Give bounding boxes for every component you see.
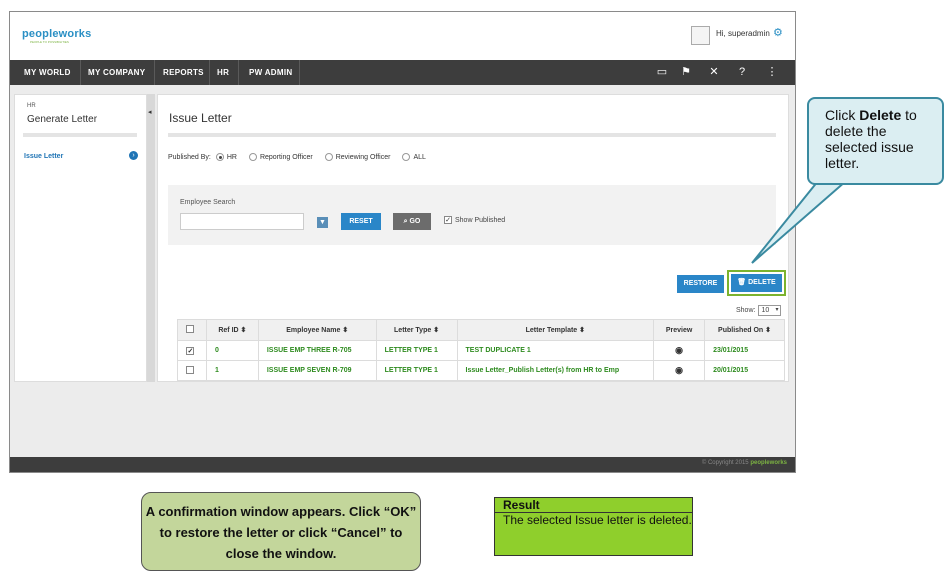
result-heading: Result <box>495 498 692 513</box>
confirmation-note: A confirmation window appears. Click “OK… <box>141 492 421 571</box>
callout-text-pre: Click <box>825 107 860 123</box>
result-box: Result The selected Issue letter is dele… <box>494 497 693 556</box>
callout-text-bold: Delete <box>859 107 902 123</box>
result-body: The selected Issue letter is deleted. <box>503 513 692 527</box>
callout-pointer-shape <box>751 180 849 264</box>
instruction-callout: Click Delete to delete the selected issu… <box>807 97 944 185</box>
callout-pointer <box>751 180 849 264</box>
